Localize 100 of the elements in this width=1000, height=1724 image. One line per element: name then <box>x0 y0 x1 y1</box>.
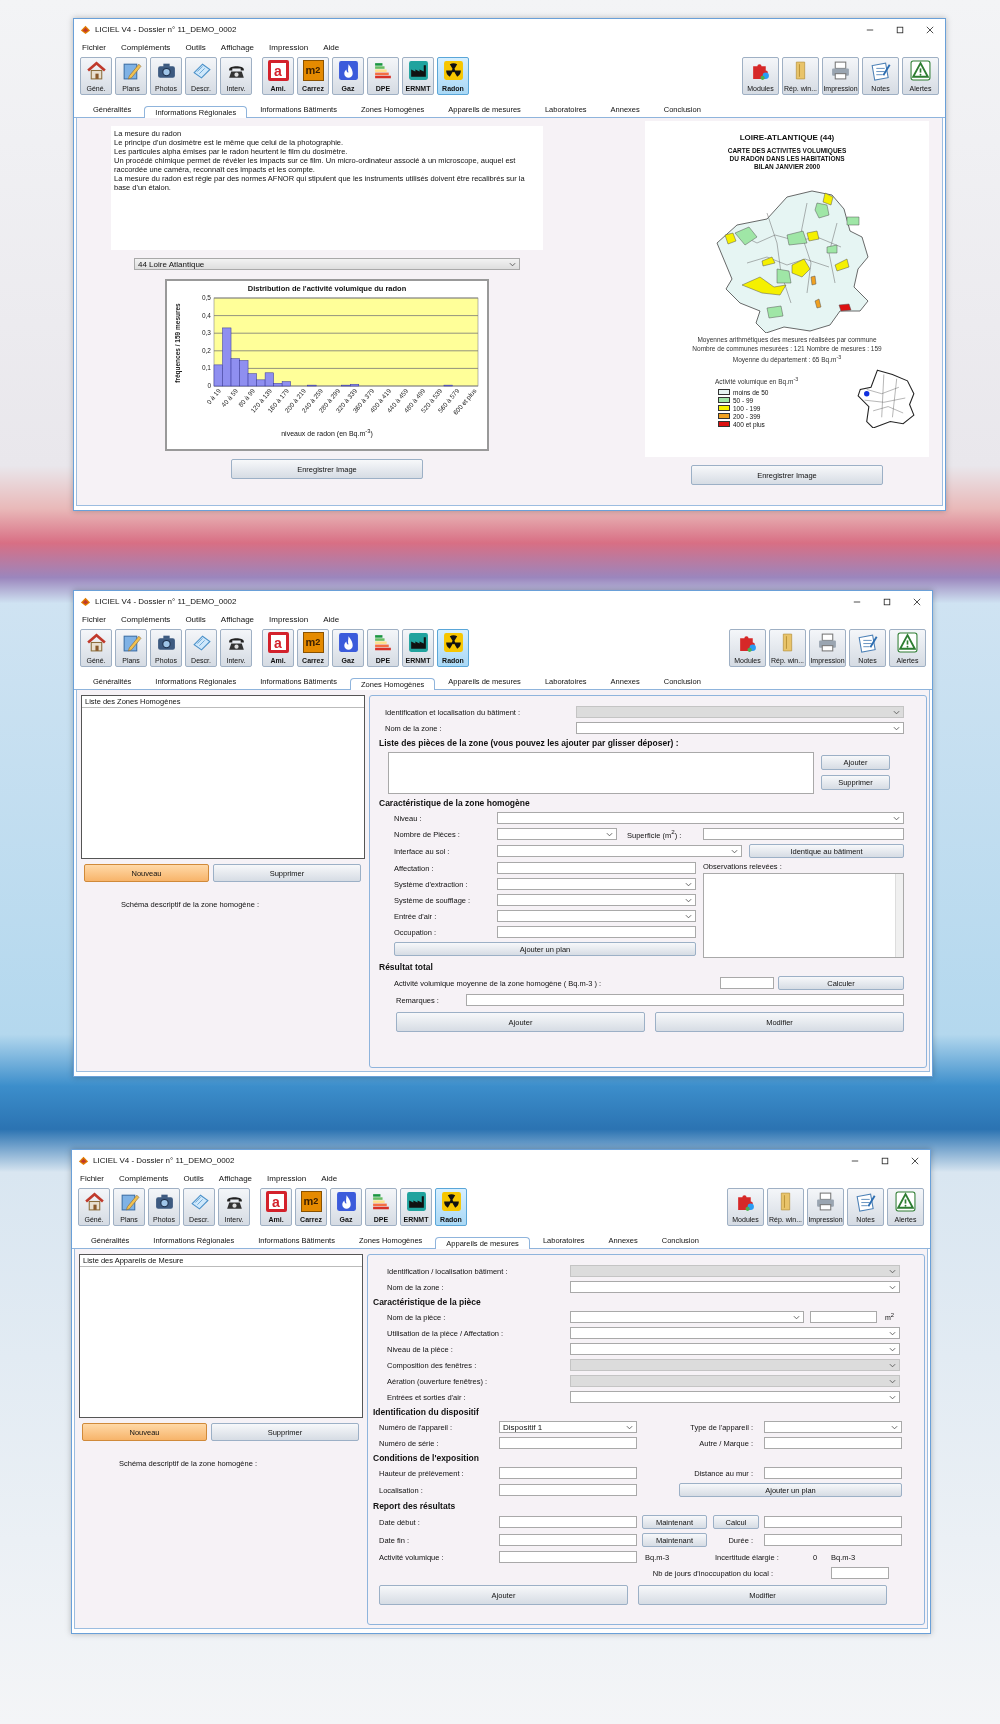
dropdown[interactable] <box>497 878 696 890</box>
text-field[interactable] <box>497 862 696 874</box>
section-heading: Identification du dispositif <box>373 1407 480 1417</box>
section-heading: Liste des pièces de la zone (vous pouvez les ajouter par glisser déposer) : <box>379 738 680 748</box>
radiation-icon <box>440 1191 462 1212</box>
caret-icon <box>889 1268 896 1274</box>
text-field[interactable] <box>499 1534 637 1546</box>
dropdown[interactable] <box>576 722 904 734</box>
caret-icon <box>893 725 900 731</box>
menu-item[interactable]: Compléments <box>119 1174 169 1183</box>
menu-item[interactable]: Compléments <box>121 615 171 624</box>
menu-item[interactable]: Outils <box>185 43 206 52</box>
text-field[interactable] <box>703 828 904 840</box>
app-logo-icon <box>80 596 91 607</box>
caret-icon <box>606 831 613 837</box>
menu-item[interactable]: Aide <box>323 615 340 624</box>
printer-icon <box>817 632 838 653</box>
dropdown[interactable] <box>570 1391 900 1403</box>
dropdown[interactable] <box>570 1281 900 1293</box>
window-title: LICIEL V4 - Dossier n° 11_DEMO_0002 <box>93 1156 235 1165</box>
notepad-icon <box>870 60 891 81</box>
section-heading: Conditions de l'exposition <box>373 1453 480 1463</box>
maximize-icon <box>896 25 904 34</box>
text-field[interactable] <box>720 977 774 989</box>
dropdown[interactable]: Dispositif 1 <box>499 1421 637 1433</box>
menu-item[interactable]: Fichier <box>82 43 106 52</box>
dropdown[interactable] <box>497 910 696 922</box>
caret-icon <box>509 261 516 267</box>
histogram-bar <box>307 384 317 387</box>
text-field[interactable] <box>499 1516 637 1528</box>
caret-icon <box>793 1314 800 1320</box>
dropdown[interactable] <box>570 1311 804 1323</box>
menu-item[interactable]: Affichage <box>218 1174 253 1183</box>
app-logo-icon <box>80 24 91 35</box>
text-field[interactable] <box>764 1467 902 1479</box>
text-field[interactable] <box>499 1467 637 1479</box>
dropdown[interactable]: 44 Loire Atlantique <box>134 258 520 270</box>
menu-item[interactable]: Impression <box>267 1174 307 1183</box>
menu-item[interactable]: Fichier <box>82 615 106 624</box>
text-field[interactable] <box>499 1551 637 1563</box>
dropdown[interactable] <box>764 1421 902 1433</box>
printer-icon <box>830 60 851 81</box>
caret-icon <box>889 1362 896 1368</box>
caret-icon <box>889 1394 896 1400</box>
menu-item[interactable]: Outils <box>183 1174 204 1183</box>
house-icon <box>85 60 107 81</box>
menu-item[interactable]: Impression <box>269 615 309 624</box>
menu-item[interactable]: Impression <box>269 43 309 52</box>
text-field[interactable] <box>466 994 904 1006</box>
menu-item[interactable]: Aide <box>321 1174 338 1183</box>
menu-item[interactable]: Affichage <box>220 615 255 624</box>
caret-icon <box>889 1284 896 1290</box>
letter-tile-icon: a <box>265 1191 287 1212</box>
energy-bars-icon <box>372 60 394 81</box>
dropdown[interactable] <box>497 812 904 824</box>
menu-item[interactable]: Fichier <box>80 1174 104 1183</box>
caret-icon <box>685 881 692 887</box>
section-heading: Résultat total <box>379 962 434 972</box>
caret-icon <box>731 848 738 854</box>
radiation-icon <box>442 60 464 81</box>
menu-item[interactable]: Affichage <box>220 43 255 52</box>
text-field[interactable] <box>764 1534 902 1546</box>
energy-bars-icon <box>372 632 394 653</box>
caret-icon <box>891 1424 898 1430</box>
caret-icon <box>893 815 900 821</box>
text-field[interactable] <box>764 1437 902 1449</box>
house-icon <box>85 632 107 653</box>
menu-item[interactable]: Outils <box>185 615 206 624</box>
text-field[interactable] <box>497 926 696 938</box>
factory-icon <box>407 60 429 81</box>
dropdown[interactable] <box>570 1327 900 1339</box>
dropdown[interactable] <box>570 1343 900 1355</box>
caret-icon <box>893 709 900 715</box>
text-field[interactable] <box>499 1437 637 1449</box>
dropdown[interactable] <box>497 828 617 840</box>
section-heading: Caractéristique de la pièce <box>373 1297 482 1307</box>
room-list-box[interactable] <box>388 752 814 794</box>
section-heading: Report des résultats <box>373 1501 457 1511</box>
close-icon <box>913 597 921 606</box>
caret-icon <box>685 913 692 919</box>
histogram-bar <box>443 384 453 387</box>
window-title: LICIEL V4 - Dossier n° 11_DEMO_0002 <box>95 25 237 34</box>
text-field[interactable] <box>499 1484 637 1496</box>
dropdown[interactable] <box>497 894 696 906</box>
caret-icon <box>889 1378 896 1384</box>
caret-icon <box>626 1424 633 1430</box>
flame-icon <box>335 1191 357 1212</box>
menu-item[interactable]: Aide <box>323 43 340 52</box>
menu-item[interactable]: Compléments <box>121 43 171 52</box>
dropdown[interactable] <box>497 845 742 857</box>
text-field[interactable] <box>810 1311 877 1323</box>
printer-icon <box>815 1191 836 1212</box>
paper-icon <box>188 1191 210 1212</box>
scrollbar[interactable] <box>895 874 903 957</box>
text-field[interactable] <box>831 1567 889 1579</box>
house-icon <box>83 1191 105 1212</box>
caret-icon <box>685 897 692 903</box>
text-field[interactable] <box>764 1516 902 1528</box>
letter-tile-icon: a <box>267 60 289 81</box>
observations-box[interactable] <box>703 873 904 958</box>
